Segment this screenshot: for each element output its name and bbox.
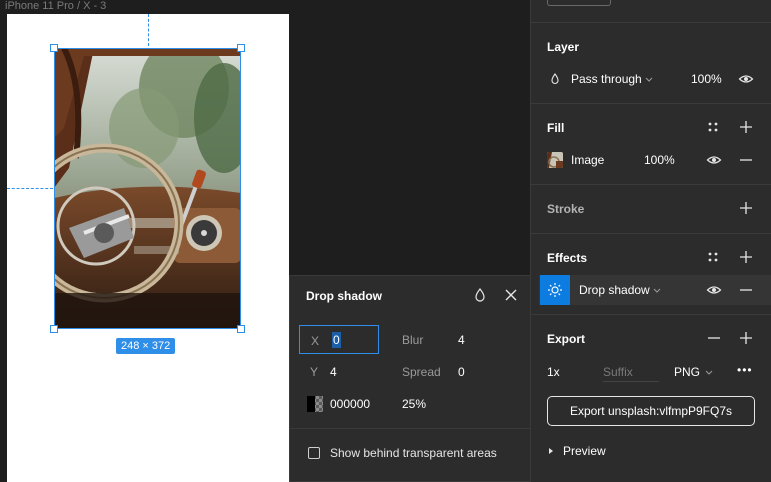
popover-divider (290, 428, 531, 429)
add-stroke-plus-icon[interactable] (738, 200, 754, 216)
chevron-down-icon[interactable] (649, 282, 665, 298)
export-more-options[interactable]: ••• (737, 363, 753, 377)
export-button[interactable]: Export unsplash:vlfmpP9FQ7s (547, 396, 755, 426)
fill-section-title: Fill (547, 121, 565, 135)
x-offset-label: X (311, 334, 320, 348)
blend-drop-icon (547, 71, 563, 87)
shadow-opacity-value[interactable]: 25% (402, 397, 426, 411)
vertical-guide-line (148, 14, 149, 46)
styles-grid-icon[interactable] (705, 119, 721, 135)
x-offset-value[interactable]: 0 (332, 332, 341, 348)
export-suffix-placeholder[interactable]: Suffix (603, 365, 633, 379)
add-effect-plus-icon[interactable] (738, 249, 754, 265)
frame-name-label[interactable]: iPhone 11 Pro / X - 3 (5, 0, 106, 12)
add-fill-plus-icon[interactable] (738, 119, 754, 135)
add-export-plus-icon[interactable] (738, 330, 754, 346)
layer-opacity-value[interactable]: 100% (691, 72, 722, 86)
export-section-title: Export (547, 332, 586, 346)
spread-label: Spread (402, 365, 441, 379)
export-format-select[interactable]: PNG (674, 365, 700, 379)
selection-box (54, 48, 241, 329)
export-scale-select[interactable]: 1x (547, 365, 560, 379)
eye-icon[interactable] (706, 282, 722, 298)
effects-section-title: Effects (547, 251, 588, 265)
fill-opacity-value[interactable]: 100% (644, 153, 675, 167)
styles-grid-icon[interactable] (705, 249, 721, 265)
blend-mode-icon[interactable] (471, 286, 489, 304)
effect-settings-sun-icon[interactable] (540, 275, 570, 305)
section-divider (531, 103, 771, 104)
fill-type-label[interactable]: Image (571, 153, 604, 167)
x-offset-field[interactable]: X 0 (299, 325, 379, 354)
triangle-right-icon[interactable] (543, 443, 559, 459)
horizontal-guide-line (7, 188, 53, 189)
dimension-badge: 248 × 372 (116, 338, 176, 354)
export-preview-toggle[interactable]: Preview (563, 444, 606, 458)
remove-export-minus-icon[interactable] (706, 330, 722, 346)
y-offset-value[interactable]: 4 (330, 365, 337, 379)
popover-title: Drop shadow (306, 289, 383, 303)
effect-type-select[interactable]: Drop shadow (579, 283, 650, 297)
blend-mode-select[interactable]: Pass through (571, 72, 642, 86)
eye-icon[interactable] (738, 71, 754, 87)
shadow-color-swatch[interactable] (307, 396, 323, 412)
remove-effect-minus-icon[interactable] (738, 282, 754, 298)
layer-section-title: Layer (547, 40, 580, 54)
resize-handle-bottom-left[interactable] (50, 325, 58, 333)
section-divider (531, 314, 771, 315)
close-icon[interactable] (502, 286, 520, 304)
drop-shadow-popover: Drop shadow X 0 Blur 4 Y 4 Spread 0 0000… (289, 275, 531, 482)
spread-value[interactable]: 0 (458, 365, 465, 379)
eye-icon[interactable] (706, 152, 722, 168)
blur-label: Blur (402, 333, 424, 347)
blur-value[interactable]: 4 (458, 333, 465, 347)
resize-handle-bottom-right[interactable] (237, 325, 245, 333)
resize-handle-top-right[interactable] (237, 44, 245, 52)
properties-panel: Layer Pass through 100% Fill Image 100% … (530, 0, 771, 482)
chevron-down-icon[interactable] (701, 364, 717, 380)
remove-fill-minus-icon[interactable] (738, 152, 754, 168)
y-offset-label: Y (310, 365, 319, 379)
image-fill-thumbnail[interactable] (547, 152, 563, 168)
show-behind-transparent-label[interactable]: Show behind transparent areas (330, 446, 497, 460)
section-divider (531, 233, 771, 234)
section-divider (531, 184, 771, 185)
resize-handle-top-left[interactable] (50, 44, 58, 52)
show-behind-transparent-checkbox[interactable] (308, 447, 320, 459)
chevron-down-icon[interactable] (641, 71, 657, 87)
shadow-color-hex[interactable]: 000000 (330, 397, 370, 411)
clipped-top-button[interactable] (547, 0, 611, 6)
section-divider (531, 22, 771, 23)
stroke-section-title: Stroke (547, 202, 585, 216)
